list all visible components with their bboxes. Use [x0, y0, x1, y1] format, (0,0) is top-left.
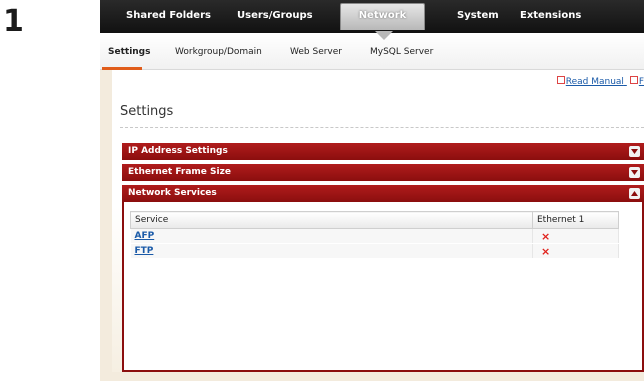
- services-table: Service Ethernet 1 AFP × FTP ×: [130, 211, 619, 259]
- subtab-mysql-server[interactable]: MySQL Server: [370, 47, 433, 57]
- tab-network-label: Network: [358, 10, 407, 21]
- page-title: Settings: [120, 104, 174, 119]
- title-divider: [120, 127, 644, 128]
- section-network-services[interactable]: Network Services: [122, 185, 644, 202]
- table-row: FTP ×: [130, 243, 619, 259]
- sub-navigation: Settings Workgroup/Domain Web Server MyS…: [100, 33, 644, 70]
- tab-shared-folders[interactable]: Shared Folders: [126, 10, 211, 26]
- step-number: 1: [3, 4, 24, 39]
- ethernet1-cell: ×: [532, 243, 619, 259]
- read-manual-label: Read Manual: [565, 77, 624, 87]
- column-header-ethernet-1[interactable]: Ethernet 1: [532, 211, 619, 229]
- expand-chevron-down-icon[interactable]: [629, 167, 640, 178]
- external-link-icon: [629, 76, 638, 84]
- read-manual-link[interactable]: Read Manual F: [556, 76, 644, 87]
- active-tab-notch: [375, 31, 393, 40]
- service-cell: FTP: [130, 243, 533, 259]
- section-label: Ethernet Frame Size: [128, 167, 231, 177]
- section-label: IP Address Settings: [128, 146, 228, 156]
- disabled-x-icon[interactable]: ×: [537, 245, 550, 258]
- top-navigation: Shared Folders Users/Groups Network Syst…: [100, 0, 644, 33]
- network-services-panel: Service Ethernet 1 AFP × FTP ×: [122, 202, 644, 372]
- expand-chevron-down-icon[interactable]: [629, 146, 640, 157]
- section-ip-address-settings[interactable]: IP Address Settings: [122, 143, 644, 160]
- subtab-settings[interactable]: Settings: [108, 47, 150, 57]
- tab-network[interactable]: Network: [340, 3, 425, 30]
- tab-system[interactable]: System: [457, 10, 499, 26]
- table-row: AFP ×: [130, 228, 619, 244]
- subtab-workgroup-domain[interactable]: Workgroup/Domain: [175, 47, 262, 57]
- subtab-web-server[interactable]: Web Server: [290, 47, 342, 57]
- service-link-afp[interactable]: AFP: [135, 231, 155, 241]
- section-label: Network Services: [128, 188, 217, 198]
- nas-admin-window: Shared Folders Users/Groups Network Syst…: [100, 0, 644, 381]
- help-link-fragment: F: [638, 77, 644, 87]
- service-link-ftp[interactable]: FTP: [135, 246, 154, 256]
- service-cell: AFP: [130, 228, 533, 244]
- column-header-service[interactable]: Service: [130, 211, 533, 229]
- tab-users-groups[interactable]: Users/Groups: [237, 10, 313, 26]
- disabled-x-icon[interactable]: ×: [537, 230, 550, 243]
- external-link-icon: [556, 76, 565, 84]
- table-header-row: Service Ethernet 1: [130, 211, 619, 229]
- tab-extensions[interactable]: Extensions: [520, 10, 581, 26]
- ethernet1-cell: ×: [532, 228, 619, 244]
- section-ethernet-frame-size[interactable]: Ethernet Frame Size: [122, 164, 644, 181]
- collapse-chevron-up-icon[interactable]: [629, 188, 640, 199]
